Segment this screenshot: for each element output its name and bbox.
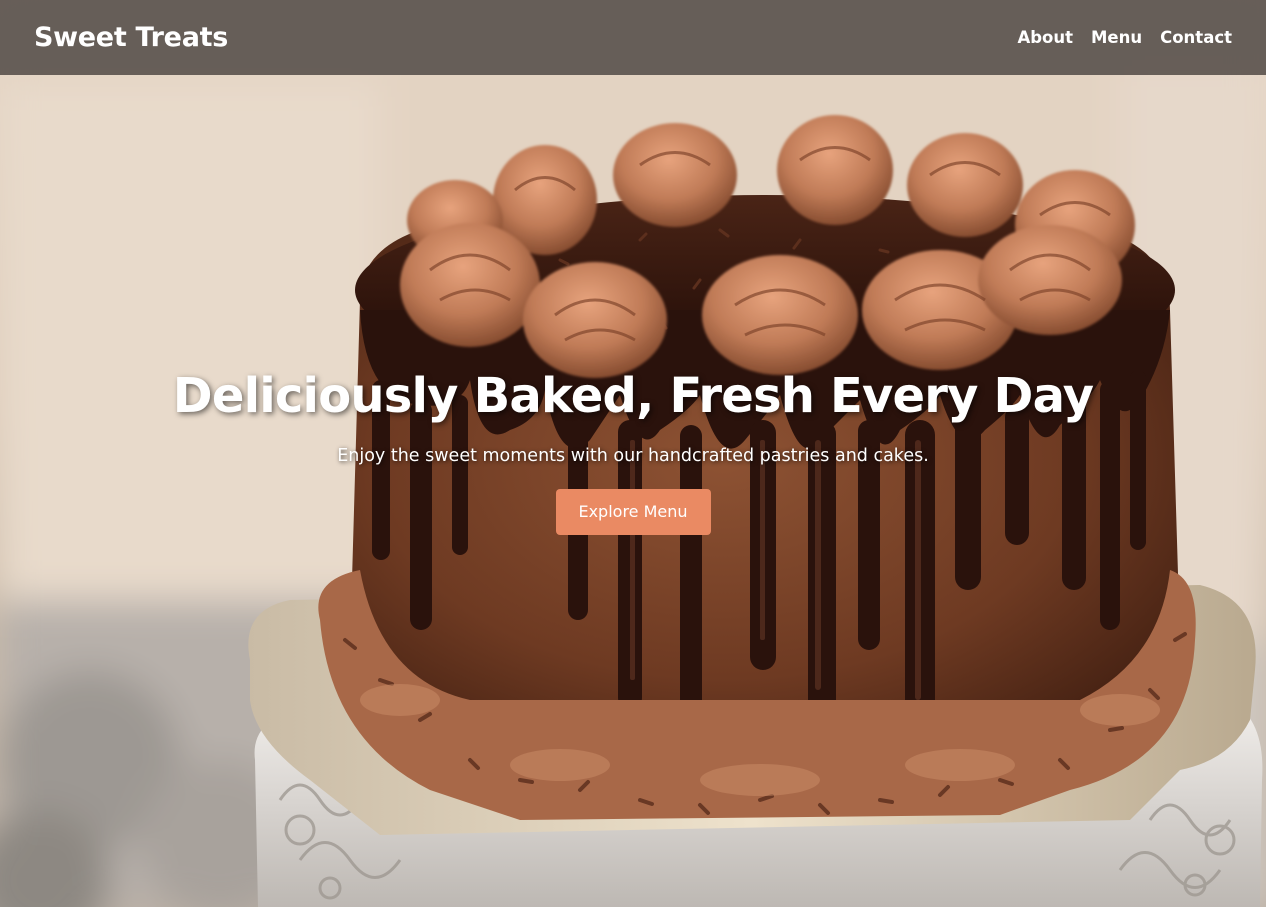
brand-logo[interactable]: Sweet Treats (34, 22, 228, 53)
hero-subtitle: Enjoy the sweet moments with our handcra… (337, 446, 929, 466)
main-nav: About Menu Contact (1017, 28, 1232, 47)
nav-link-contact[interactable]: Contact (1160, 28, 1232, 47)
nav-link-about[interactable]: About (1017, 28, 1073, 47)
hero-content: Deliciously Baked, Fresh Every Day Enjoy… (0, 368, 1266, 535)
explore-menu-button[interactable]: Explore Menu (555, 489, 711, 535)
site-header: Sweet Treats About Menu Contact (0, 0, 1266, 75)
hero-title: Deliciously Baked, Fresh Every Day (172, 368, 1094, 424)
nav-link-menu[interactable]: Menu (1091, 28, 1142, 47)
